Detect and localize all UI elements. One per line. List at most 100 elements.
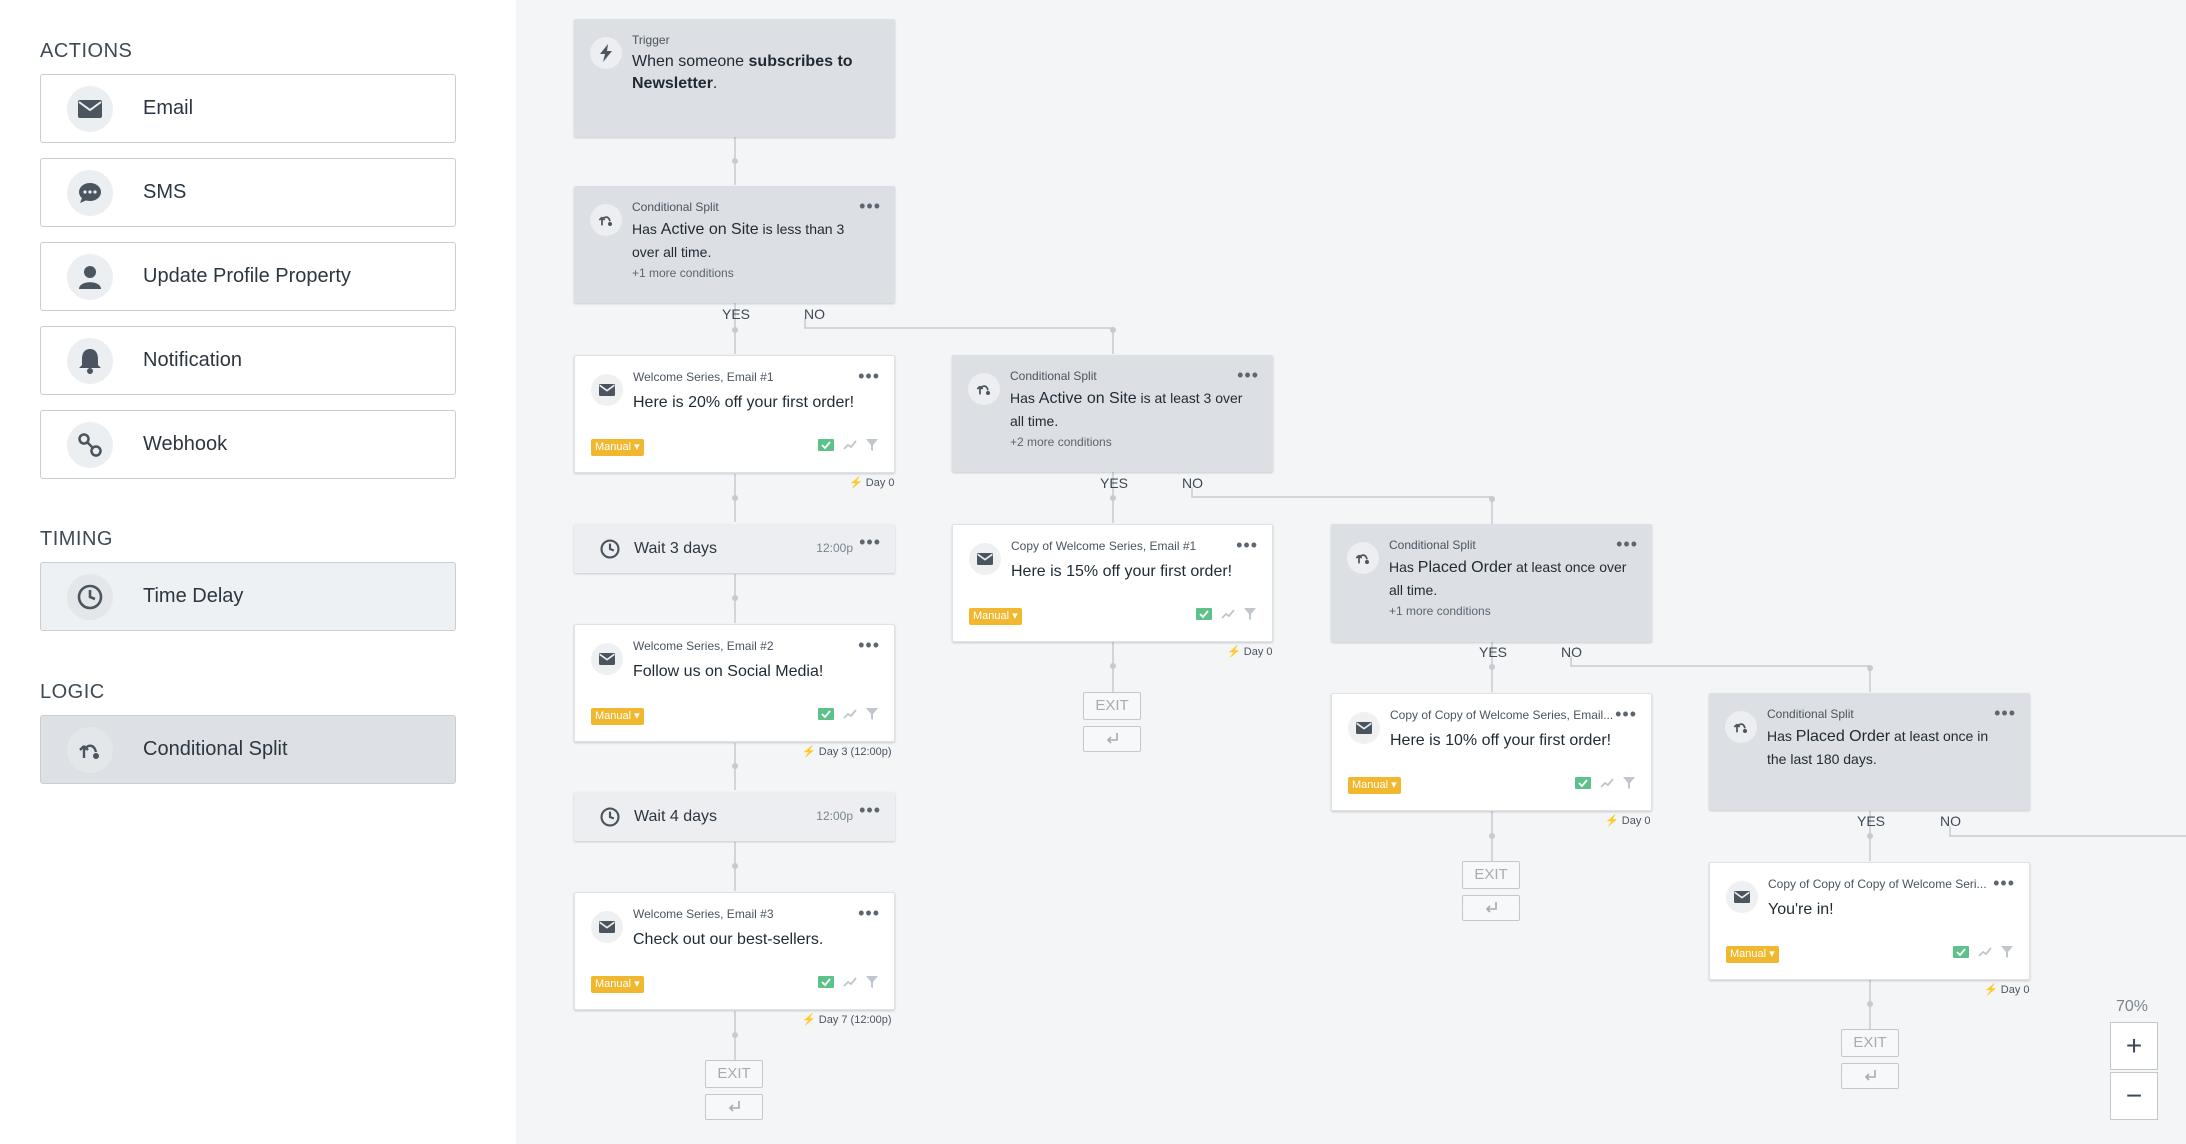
more-options-icon[interactable]: ••• — [1615, 704, 1637, 725]
return-arrow-icon — [728, 1101, 740, 1112]
split-condition: Has Active on Site is less than 3 over al… — [632, 218, 882, 263]
day-text: Day 0 — [1621, 815, 1651, 827]
envelope-icon — [591, 911, 623, 943]
exit-return-button[interactable] — [1462, 895, 1520, 921]
email-subject: Follow us on Social Media! — [633, 663, 824, 680]
zoom-out-button[interactable]: − — [2110, 1072, 2158, 1120]
more-conditions-link[interactable]: +1 more conditions — [1389, 604, 1491, 618]
email-node[interactable]: Welcome Series, Email #2 ••• Follow us o… — [574, 624, 895, 742]
webhook-icon — [67, 421, 113, 468]
no-label: NO — [1561, 644, 1582, 660]
more-options-icon[interactable]: ••• — [1236, 535, 1258, 556]
palette-item-webhook[interactable]: Webhook — [40, 410, 456, 479]
more-options-icon[interactable]: ••• — [858, 635, 880, 656]
manual-status-badge[interactable]: Manual ▾ — [591, 976, 644, 993]
split-label: Conditional Split — [1389, 538, 1476, 552]
conditional-split-node[interactable]: Conditional Split ••• Has Placed Order a… — [1709, 693, 2030, 810]
exit-node[interactable]: EXIT — [1841, 1029, 1899, 1057]
day-text: Day 0 — [1243, 646, 1273, 658]
palette-item-conditional-split[interactable]: Conditional Split — [40, 715, 456, 784]
email-name: Copy of Copy of Welcome Series, Email... — [1390, 708, 1614, 722]
time-delay-node[interactable]: Wait 3 days 12:00p ••• — [574, 524, 895, 573]
exit-node[interactable]: EXIT — [705, 1060, 763, 1088]
email-node[interactable]: Copy of Welcome Series, Email #1 ••• Her… — [952, 524, 1273, 642]
email-node[interactable]: Welcome Series, Email #1 ••• Here is 20%… — [574, 355, 895, 473]
no-label: NO — [1182, 475, 1203, 491]
conditional-split-node[interactable]: Conditional Split ••• Has Active on Site… — [574, 186, 895, 303]
exit-return-button[interactable] — [1083, 726, 1141, 752]
manual-status-badge[interactable]: Manual ▾ — [591, 708, 644, 725]
palette-item-label: Update Profile Property — [143, 265, 351, 287]
trend-icon — [1978, 947, 1992, 957]
email-stats — [818, 708, 878, 720]
more-options-icon[interactable]: ••• — [1993, 873, 2015, 894]
day-label: ⚡ Day 7 (12:00p) — [802, 1014, 892, 1026]
manual-status-badge[interactable]: Manual ▾ — [591, 439, 644, 456]
email-subject: Here is 15% off your first order! — [1011, 563, 1233, 580]
manual-status-badge[interactable]: Manual ▾ — [1726, 946, 1779, 963]
more-options-icon[interactable]: ••• — [1616, 534, 1638, 555]
wait-label: Wait 4 days — [634, 808, 717, 825]
palette-item-email[interactable]: Email — [40, 74, 456, 143]
split-text: all time. — [1389, 582, 1438, 598]
more-options-icon[interactable]: ••• — [859, 800, 881, 821]
palette-item-update-profile-property[interactable]: Update Profile Property — [40, 242, 456, 311]
email-node[interactable]: Welcome Series, Email #3 ••• Check out o… — [574, 892, 895, 1010]
minus-icon: − — [2125, 1080, 2143, 1111]
email-stats — [818, 439, 878, 451]
email-name: Copy of Copy of Copy of Welcome Seri... — [1768, 877, 1987, 891]
split-text: is less than 3 — [758, 221, 845, 237]
more-conditions-link[interactable]: +1 more conditions — [632, 266, 734, 280]
split-metric: Placed Order — [1417, 559, 1513, 576]
filter-icon — [1623, 777, 1635, 789]
split-label: Conditional Split — [1010, 369, 1097, 383]
email-name: Copy of Welcome Series, Email #1 — [1011, 539, 1197, 553]
envelope-icon — [1348, 712, 1380, 744]
more-conditions-link[interactable]: +2 more conditions — [1010, 435, 1112, 449]
status-text: Manual — [973, 610, 1010, 622]
trend-icon — [843, 709, 857, 719]
lightning-icon — [590, 37, 622, 69]
check-envelope-icon — [818, 439, 834, 451]
more-options-icon[interactable]: ••• — [1994, 703, 2016, 724]
actions-section-title: ACTIONS — [40, 40, 133, 62]
trend-icon — [843, 440, 857, 450]
zoom-in-button[interactable]: + — [2110, 1022, 2158, 1070]
palette-item-label: Time Delay — [143, 585, 244, 607]
filter-icon — [866, 439, 878, 451]
time-delay-node[interactable]: Wait 4 days 12:00p ••• — [574, 792, 895, 841]
more-options-icon[interactable]: ••• — [1237, 365, 1259, 386]
yes-label: YES — [1479, 644, 1508, 660]
trigger-node[interactable]: Trigger When someone subscribes to Newsle… — [574, 19, 895, 137]
split-text: Has — [1389, 559, 1418, 575]
more-options-icon[interactable]: ••• — [858, 366, 880, 387]
check-envelope-icon — [1575, 777, 1591, 789]
manual-status-badge[interactable]: Manual ▾ — [1348, 777, 1401, 794]
trigger-event: subscribes to — [748, 53, 853, 70]
palette-item-notification[interactable]: Notification — [40, 326, 456, 395]
split-text: at least once over — [1512, 559, 1627, 575]
day-label: ⚡ Day 0 — [1984, 984, 2030, 996]
exit-node[interactable]: EXIT — [1462, 861, 1520, 889]
trend-icon — [1600, 778, 1614, 788]
split-icon — [968, 373, 1000, 405]
email-node[interactable]: Copy of Copy of Copy of Welcome Seri... … — [1709, 862, 2030, 980]
more-options-icon[interactable]: ••• — [859, 196, 881, 217]
more-options-icon[interactable]: ••• — [859, 532, 881, 553]
filter-icon — [1244, 608, 1256, 620]
exit-return-button[interactable] — [705, 1094, 763, 1120]
split-icon — [590, 204, 622, 236]
trigger-label: Trigger — [632, 33, 670, 47]
day-label: ⚡ Day 0 — [1227, 646, 1273, 658]
palette-item-time-delay[interactable]: Time Delay — [40, 562, 456, 631]
exit-node[interactable]: EXIT — [1083, 692, 1141, 720]
envelope-icon — [67, 85, 113, 132]
conditional-split-node[interactable]: Conditional Split ••• Has Active on Site… — [952, 355, 1273, 472]
more-options-icon[interactable]: ••• — [858, 903, 880, 924]
palette-item-sms[interactable]: SMS — [40, 158, 456, 227]
manual-status-badge[interactable]: Manual ▾ — [969, 608, 1022, 625]
conditional-split-node[interactable]: Conditional Split ••• Has Placed Order a… — [1331, 524, 1652, 642]
exit-return-button[interactable] — [1841, 1063, 1899, 1089]
palette-item-label: Conditional Split — [143, 738, 288, 760]
email-node[interactable]: Copy of Copy of Welcome Series, Email...… — [1331, 693, 1652, 811]
